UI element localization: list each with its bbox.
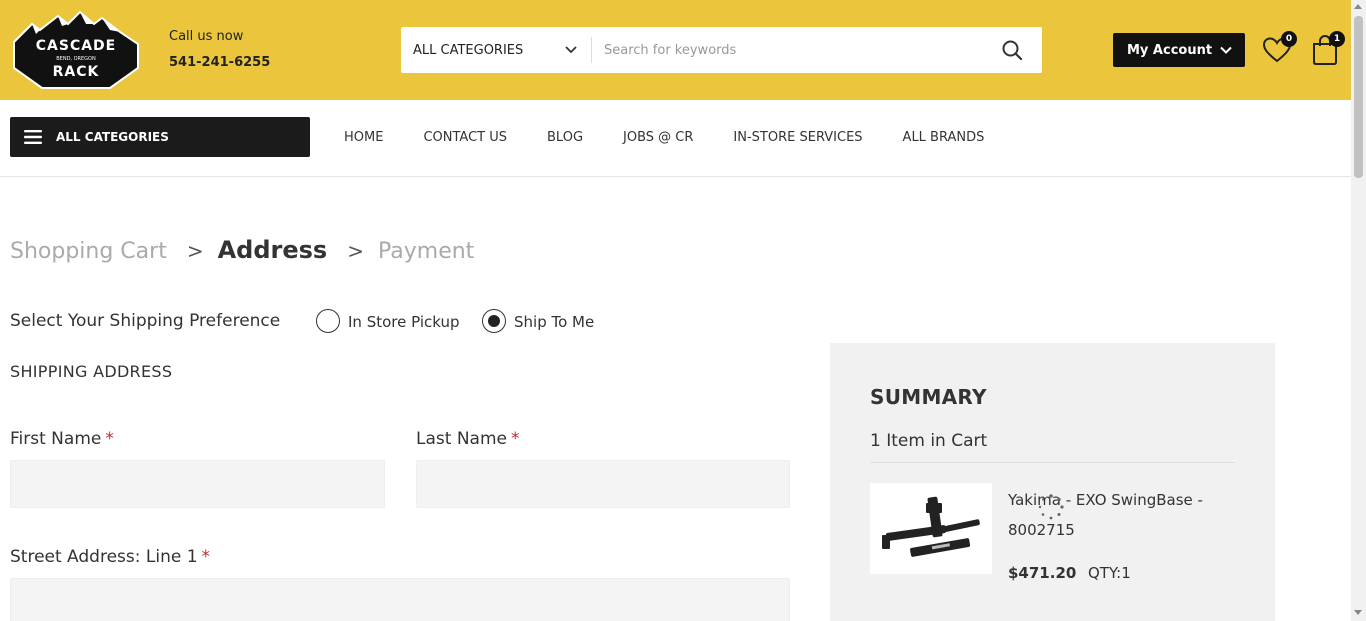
search-bar: ALL CATEGORIES (401, 27, 1042, 73)
in-store-pickup-radio[interactable] (316, 309, 340, 333)
street-address-field-wrap (10, 578, 790, 621)
required-marker: * (105, 429, 114, 449)
street-address-label-text: Street Address: Line 1 (10, 547, 198, 567)
order-summary: SUMMARY 1 Item in Cart Yakima - EXO Swin… (830, 343, 1275, 621)
all-categories-button[interactable]: ALL CATEGORIES (10, 117, 310, 157)
first-name-label: First Name * (10, 429, 114, 449)
cascade-rack-logo[interactable]: CASCADE BEND, OREGON RACK (10, 10, 142, 90)
scroll-down-arrow-icon[interactable] (1354, 610, 1362, 615)
cart-count-badge: 1 (1329, 31, 1345, 47)
summary-divider (870, 462, 1235, 463)
nav-contact-us[interactable]: CONTACT US (423, 130, 507, 145)
main-nav: ALL CATEGORIES HOME CONTACT US BLOG JOBS… (0, 100, 1351, 177)
top-header: CASCADE BEND, OREGON RACK Call us now 54… (0, 0, 1351, 100)
category-select-value: ALL CATEGORIES (413, 42, 524, 58)
step-payment: Payment (377, 239, 475, 264)
nav-all-brands[interactable]: ALL BRANDS (903, 130, 985, 145)
step-shopping-cart[interactable]: Shopping Cart (10, 239, 167, 264)
checkout-steps: Shopping Cart > Address > Payment (10, 236, 474, 264)
ship-to-me-label[interactable]: Ship To Me (514, 313, 594, 331)
my-account-button[interactable]: My Account (1113, 33, 1245, 67)
step-address: Address (217, 236, 328, 264)
product-image[interactable] (870, 483, 992, 574)
nav-links: HOME CONTACT US BLOG JOBS @ CR IN-STORE … (344, 130, 984, 145)
nav-in-store-services[interactable]: IN-STORE SERVICES (733, 130, 862, 145)
summary-item-count: 1 Item in Cart (870, 431, 988, 451)
nav-jobs[interactable]: JOBS @ CR (623, 130, 693, 145)
nav-home[interactable]: HOME (344, 130, 383, 145)
radio-selected-dot (488, 315, 500, 327)
required-marker: * (510, 429, 520, 449)
shipping-address-heading: SHIPPING ADDRESS (10, 362, 173, 381)
call-us-label: Call us now (169, 29, 244, 44)
last-name-label: Last Name * (416, 429, 519, 449)
search-icon[interactable] (1001, 39, 1023, 61)
svg-text:BEND, OREGON: BEND, OREGON (56, 56, 96, 62)
shipping-preference-label: Select Your Shipping Preference (10, 311, 281, 331)
street-address-label: Street Address: Line 1 * (10, 547, 210, 567)
step-separator: > (347, 239, 364, 263)
first-name-field-wrap (10, 460, 385, 508)
scroll-up-arrow-icon[interactable] (1354, 4, 1362, 9)
search-divider (591, 37, 592, 63)
my-account-label: My Account (1127, 42, 1213, 58)
product-quantity: QTY:1 (1088, 564, 1131, 582)
hamburger-icon (24, 130, 42, 144)
search-input[interactable] (593, 27, 983, 73)
loading-spinner-icon (1038, 494, 1064, 520)
product-price: $471.20 (1008, 564, 1077, 582)
street-address-field[interactable] (11, 579, 789, 621)
last-name-label-text: Last Name (416, 429, 507, 449)
phone-number[interactable]: 541-241-6255 (169, 55, 270, 70)
last-name-field[interactable] (417, 461, 789, 507)
svg-text:CASCADE: CASCADE (36, 38, 117, 54)
last-name-field-wrap (416, 460, 790, 508)
step-separator: > (186, 239, 204, 263)
all-categories-label: ALL CATEGORIES (56, 130, 169, 144)
wishlist-count-badge: 0 (1281, 31, 1297, 47)
required-marker: * (201, 547, 211, 567)
chevron-down-icon (1220, 46, 1232, 54)
first-name-field[interactable] (11, 461, 384, 507)
in-store-pickup-label[interactable]: In Store Pickup (348, 313, 460, 331)
chevron-down-icon (565, 46, 577, 54)
svg-text:RACK: RACK (53, 64, 100, 80)
scrollbar-thumb[interactable] (1354, 16, 1363, 178)
page-scrollbar[interactable] (1351, 0, 1366, 621)
summary-title: SUMMARY (870, 385, 987, 409)
ship-to-me-radio[interactable] (482, 309, 506, 333)
nav-blog[interactable]: BLOG (547, 130, 583, 145)
first-name-label-text: First Name (10, 429, 102, 449)
